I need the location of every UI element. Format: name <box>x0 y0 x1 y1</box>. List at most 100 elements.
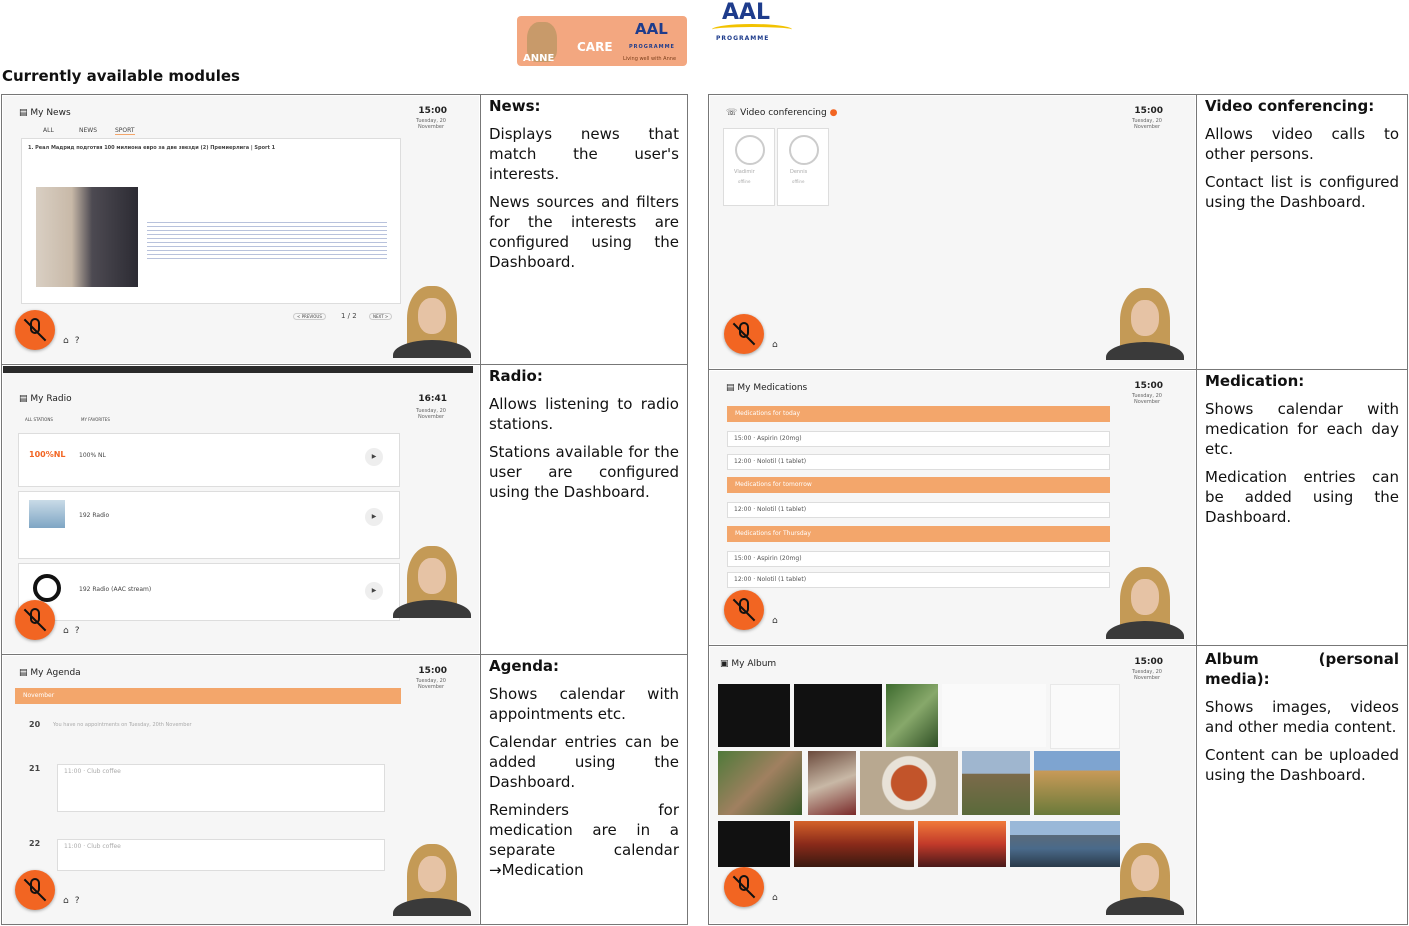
medication-entry[interactable]: 15:00 · Aspirin (20mg) <box>727 431 1110 447</box>
medication-entry[interactable]: 12:00 · Nolotil (1 tablet) <box>727 502 1110 518</box>
play-icon[interactable]: ▶ <box>365 582 383 600</box>
contact-card[interactable]: Dennis offline <box>777 128 829 206</box>
news-paragraph: Displays news that match the user's inte… <box>489 125 679 183</box>
logo-care-text: CARE <box>577 40 613 54</box>
anne-avatar <box>1106 567 1184 639</box>
home-icon[interactable]: ⌂ <box>772 616 784 626</box>
album-photo[interactable] <box>860 751 958 815</box>
play-icon[interactable]: ▶ <box>365 508 383 526</box>
anne-avatar <box>393 286 471 358</box>
play-icon[interactable]: ▶ <box>365 448 383 466</box>
medication-group-header: Medications for Thursday <box>727 526 1110 542</box>
news-prev-button[interactable]: < PREVIOUS <box>293 313 326 320</box>
medication-group-header: Medications for tomorrow <box>727 477 1110 493</box>
album-photo[interactable] <box>942 684 1046 747</box>
album-photo[interactable] <box>962 751 1030 815</box>
album-photo[interactable] <box>794 684 882 747</box>
radio-station-row[interactable]: 100%NL 100% NL ▶ <box>18 433 400 487</box>
album-photo[interactable] <box>718 684 790 747</box>
mic-muted-button[interactable] <box>724 590 764 630</box>
contact-avatar-icon <box>789 135 819 165</box>
contact-avatar-icon <box>735 135 765 165</box>
video-heading: Video conferencing: <box>1205 97 1375 115</box>
news-description: News: Displays news that match the user'… <box>489 96 679 280</box>
station-name: 192 Radio <box>79 512 110 519</box>
anne-care-logo: ANNE CARE AAL PROGRAMME Living well with… <box>517 16 687 66</box>
news-tab-sport[interactable]: SPORT <box>115 127 135 135</box>
radio-filter-favorites[interactable]: MY FAVORITES <box>81 417 110 422</box>
anne-avatar <box>1106 288 1184 360</box>
album-photo[interactable] <box>1050 684 1120 749</box>
radio-station-row[interactable]: 192 Radio (AAC stream) ▶ <box>18 563 400 621</box>
medication-entry[interactable]: 12:00 · Nolotil (1 tablet) <box>727 572 1110 588</box>
aal-logo-text: AAL <box>722 0 771 25</box>
agenda-day: 20 <box>29 720 41 729</box>
medication-app-title: ▤ My Medications <box>726 383 808 393</box>
album-photo[interactable] <box>808 751 856 815</box>
agenda-paragraph: Shows calendar with appointments etc. <box>489 685 679 723</box>
news-article-image <box>36 187 138 287</box>
medication-entry[interactable]: 15:00 · Aspirin (20mg) <box>727 551 1110 567</box>
home-icon[interactable]: ⌂ <box>772 340 784 350</box>
contact-name: Dennis <box>790 169 808 175</box>
mic-muted-button[interactable] <box>724 867 764 907</box>
news-date: Tuesday, 20 November <box>416 118 446 130</box>
agenda-entry[interactable]: 11:00 · Club coffee <box>57 764 385 812</box>
contact-card[interactable]: Vladimir offline <box>723 128 775 206</box>
home-help-icons[interactable]: ⌂? <box>63 896 86 906</box>
medication-description: Medication: Shows calendar with medicati… <box>1205 371 1399 535</box>
medication-group-header: Medications for today <box>727 406 1110 422</box>
album-description: Album (personal media): Shows images, vi… <box>1205 649 1399 793</box>
news-screenshot: ▤ My News 15:00 Tuesday, 20 November ALL… <box>3 96 479 363</box>
home-help-icons[interactable]: ⌂? <box>63 336 86 346</box>
station-logo-icon <box>29 500 65 528</box>
news-tab-news[interactable]: NEWS <box>79 127 97 134</box>
mic-muted-button[interactable] <box>15 600 55 640</box>
mic-muted-button[interactable] <box>15 310 55 350</box>
album-paragraph: Content can be uploaded using the Dashbo… <box>1205 746 1399 784</box>
radio-paragraph: Stations available for the user are conf… <box>489 443 679 501</box>
radio-filter-all[interactable]: ALL STATIONS <box>25 417 53 422</box>
station-name: 100% NL <box>79 452 106 459</box>
medication-paragraph: Medication entries can be added using th… <box>1205 468 1399 526</box>
mic-muted-button[interactable] <box>15 870 55 910</box>
logo-programme-text: PROGRAMME <box>629 44 675 50</box>
radio-paragraph: Allows listening to radio stations. <box>489 395 679 433</box>
radio-heading: Radio: <box>489 367 543 385</box>
radio-app-title: ▤ My Radio <box>19 394 72 404</box>
radio-screenshot: ▤ My Radio 16:41 Tuesday, 20 November AL… <box>3 366 479 653</box>
news-pager: 1 / 2 <box>341 312 357 320</box>
news-heading: News: <box>489 97 541 115</box>
agenda-day: 22 <box>29 839 41 848</box>
album-photo[interactable] <box>794 821 914 867</box>
aal-programme-text: PROGRAMME <box>716 35 770 42</box>
agenda-entry[interactable]: 11:00 · Club coffee <box>57 839 385 871</box>
contact-status: offline <box>738 179 751 184</box>
album-heading: Album (personal media): <box>1205 650 1399 688</box>
home-icon[interactable]: ⌂ <box>772 893 784 903</box>
video-date: Tuesday, 20 November <box>1132 118 1162 130</box>
news-next-button[interactable]: NEXT > <box>369 313 393 320</box>
album-photo[interactable] <box>1034 751 1120 815</box>
agenda-description: Agenda: Shows calendar with appointments… <box>489 656 679 888</box>
news-tab-all[interactable]: ALL <box>43 127 54 134</box>
album-photo[interactable] <box>886 684 938 747</box>
news-headline[interactable]: 1. Реал Мадрид подготвя 100 милиона евро… <box>28 145 398 151</box>
video-app-title: ☏ Video conferencing ● <box>726 108 838 118</box>
mic-muted-button[interactable] <box>724 314 764 354</box>
album-date: Tuesday, 20 November <box>1132 669 1162 681</box>
aal-programme-logo: AAL PROGRAMME <box>708 0 794 46</box>
aal-swoosh-icon <box>712 24 792 35</box>
album-photo[interactable] <box>718 751 802 815</box>
logo-aal-text: AAL <box>635 20 668 38</box>
album-photo[interactable] <box>1010 821 1120 867</box>
contact-name: Vladimir <box>734 169 755 175</box>
radio-station-row[interactable]: 192 Radio ▶ <box>18 491 400 559</box>
medication-entry[interactable]: 12:00 · Nolotil (1 tablet) <box>727 454 1110 470</box>
album-photo[interactable] <box>718 821 790 867</box>
agenda-paragraph: Calendar entries can be added using the … <box>489 733 679 791</box>
home-help-icons[interactable]: ⌂? <box>63 626 86 636</box>
album-photo[interactable] <box>918 821 1006 867</box>
agenda-empty-note: You have no appointments on Tuesday, 20t… <box>53 722 192 728</box>
album-clock: 15:00 <box>1134 657 1163 667</box>
